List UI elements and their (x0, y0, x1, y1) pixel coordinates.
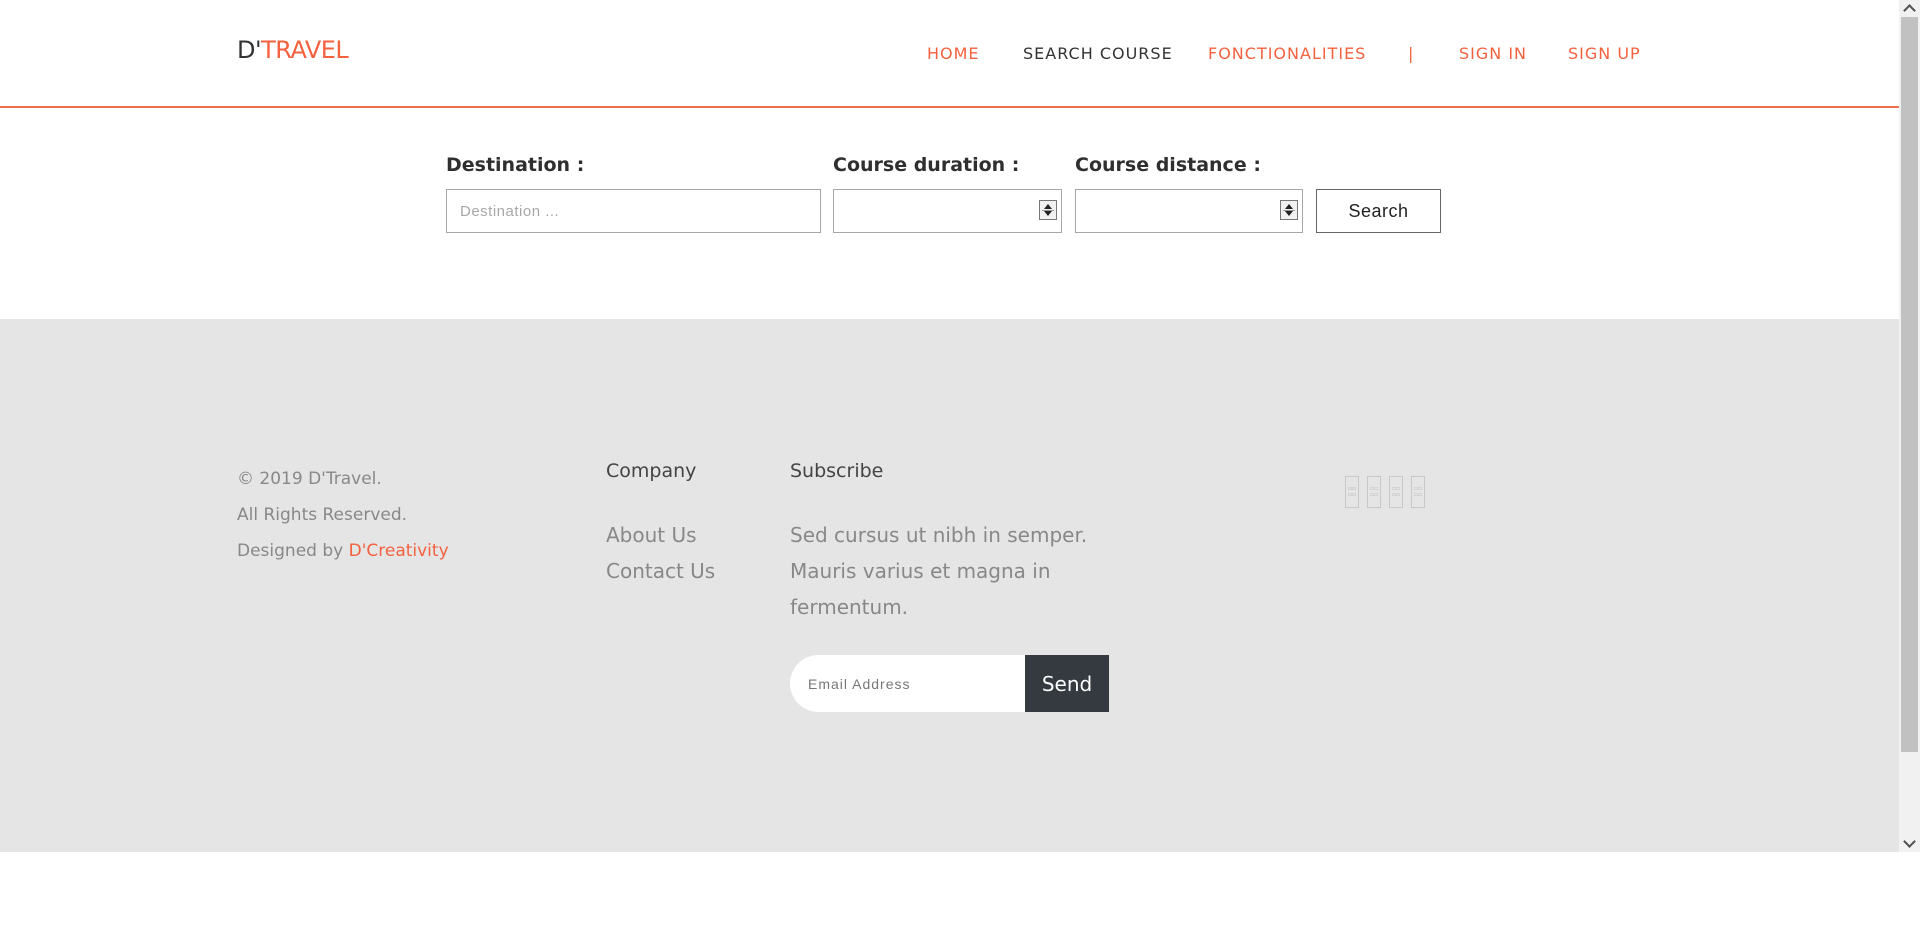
about-us-link[interactable]: About Us (606, 523, 697, 547)
company-heading: Company (606, 460, 697, 482)
distance-stepper-icon[interactable] (1280, 200, 1298, 220)
nav-sign-up[interactable]: SIGN UP (1568, 44, 1641, 63)
distance-label: Course distance : (1075, 154, 1261, 176)
designed-by: Designed by D'Creativity (237, 541, 449, 561)
send-button[interactable]: Send (1025, 655, 1109, 712)
subscribe-text-line: Sed cursus ut nibh in semper. (790, 523, 1088, 547)
site-header: D'TRAVEL HOME SEARCH COURSE FONCTIONALIT… (0, 0, 1899, 108)
destination-label: Destination : (446, 154, 585, 176)
instagram-icon[interactable]: ▫▫ ▫▫ (1389, 476, 1403, 508)
logo-suffix: TRAVEL (261, 36, 349, 64)
nav-search-course[interactable]: SEARCH COURSE (1023, 44, 1173, 63)
copyright-text: © 2019 D'Travel. (237, 469, 382, 489)
search-form: Destination : Course duration : Course d… (0, 110, 1899, 319)
distance-input[interactable] (1075, 189, 1303, 233)
vertical-scrollbar[interactable] (1899, 0, 1920, 852)
duration-stepper-icon[interactable] (1039, 200, 1057, 220)
logo-prefix: D' (237, 36, 262, 64)
designer-link[interactable]: D'Creativity (349, 541, 449, 561)
subscribe-text-line: fermentum. (790, 595, 909, 619)
facebook-icon[interactable]: ▫▫ ▫▫ (1345, 476, 1359, 508)
designed-by-prefix: Designed by (237, 541, 349, 561)
search-button[interactable]: Search (1316, 189, 1441, 233)
nav-separator: | (1408, 44, 1415, 63)
nav-sign-in[interactable]: SIGN IN (1459, 44, 1527, 63)
destination-input[interactable] (446, 189, 821, 233)
site-logo[interactable]: D'TRAVEL (237, 36, 349, 64)
linkedin-icon[interactable]: ▫▫ ▫▫ (1411, 476, 1425, 508)
subscribe-heading: Subscribe (790, 460, 884, 482)
duration-input[interactable] (833, 189, 1062, 233)
subscribe-text-line: Mauris varius et magna in (790, 559, 1051, 583)
site-footer: © 2019 D'Travel. All Rights Reserved. De… (0, 319, 1899, 852)
scroll-up-icon[interactable] (1899, 0, 1920, 17)
rights-text: All Rights Reserved. (237, 505, 408, 525)
nav-fonctionalities[interactable]: FONCTIONALITIES (1208, 44, 1366, 63)
email-input[interactable] (790, 655, 1026, 712)
scroll-down-icon[interactable] (1899, 835, 1920, 852)
contact-us-link[interactable]: Contact Us (606, 559, 715, 583)
nav-home[interactable]: HOME (927, 44, 980, 63)
scrollbar-thumb[interactable] (1901, 17, 1918, 752)
twitter-icon[interactable]: ▫▫ ▫▫ (1367, 476, 1381, 508)
duration-label: Course duration : (833, 154, 1020, 176)
